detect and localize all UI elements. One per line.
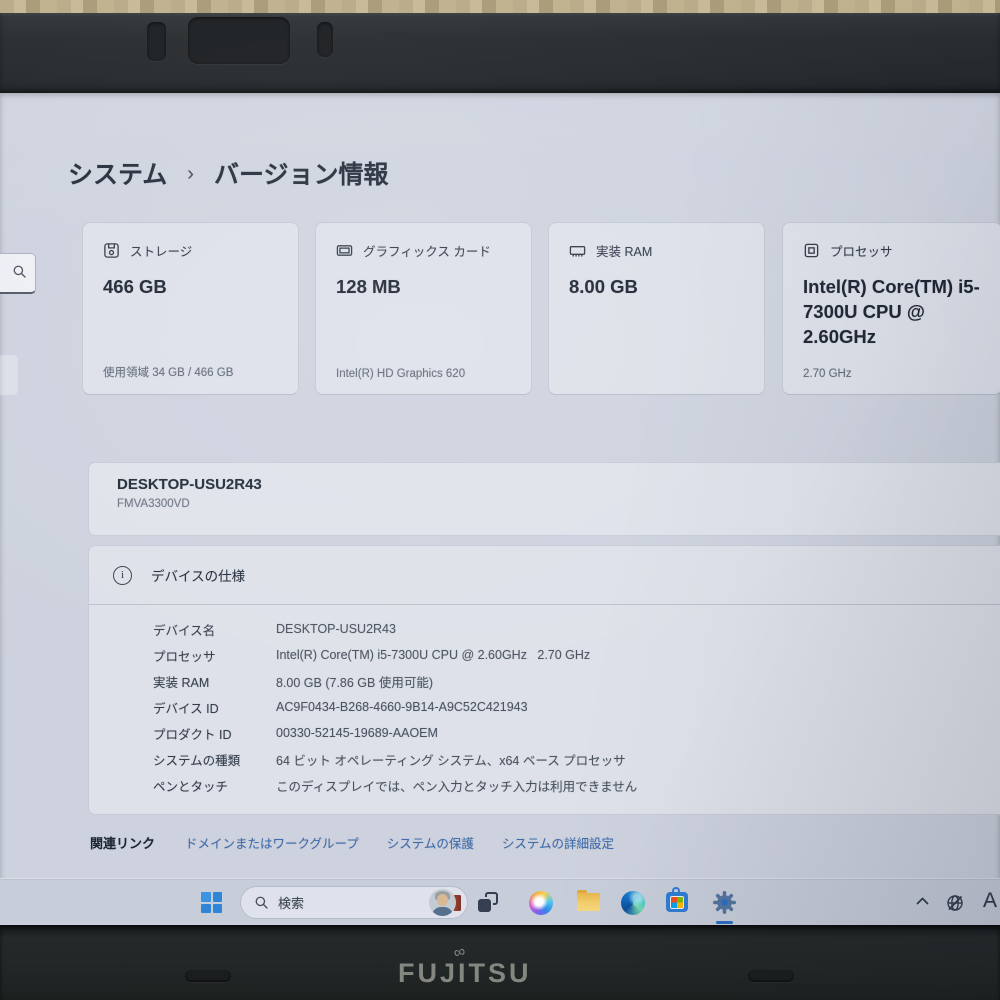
laptop-photo: システム › バージョン情報 ストレージ 466 GB 使用領域 34 GB /… bbox=[0, 0, 1000, 1000]
breadcrumb: システム › バージョン情報 bbox=[68, 155, 388, 191]
card-label: グラフィックス カード bbox=[363, 245, 491, 259]
ime-indicator[interactable]: A bbox=[983, 889, 997, 913]
related-links: 関連リンク ドメインまたはワークグループ システムの保護 システムの詳細設定 bbox=[90, 833, 642, 852]
webcam-module-cutout bbox=[188, 17, 290, 64]
card-label: 実装 RAM bbox=[596, 245, 653, 259]
search-icon bbox=[13, 265, 26, 278]
card-label: ストレージ bbox=[130, 245, 193, 259]
microphone-cutout bbox=[317, 22, 333, 57]
nav-item-partial bbox=[0, 355, 18, 395]
device-name-panel: DESKTOP-USU2R43 FMVA3300VD bbox=[88, 462, 1000, 536]
search-placeholder: 検索 bbox=[278, 896, 305, 911]
card-footer: Intel(R) HD Graphics 620 bbox=[336, 368, 466, 380]
start-button[interactable] bbox=[201, 892, 222, 913]
link-system-protection[interactable]: システムの保護 bbox=[387, 833, 474, 852]
divider bbox=[89, 604, 1000, 605]
spec-row-ram: 実装 RAM 8.00 GB (7.86 GB 使用可能) bbox=[153, 675, 433, 690]
ram-card: 実装 RAM 8.00 GB bbox=[548, 222, 765, 395]
device-model: FMVA3300VD bbox=[117, 498, 190, 510]
card-value: 8.00 GB bbox=[569, 276, 638, 297]
related-links-label: 関連リンク bbox=[90, 836, 156, 851]
active-app-indicator bbox=[716, 921, 733, 924]
gpu-icon bbox=[336, 245, 353, 256]
device-specs-expander[interactable]: i デバイスの仕様 bbox=[89, 546, 1000, 604]
link-advanced-system-settings[interactable]: システムの詳細設定 bbox=[502, 833, 614, 852]
spec-row-product-id: プロダクト ID 00330-52145-19689-AAOEM bbox=[153, 726, 438, 742]
storage-icon bbox=[104, 243, 119, 258]
settings-gear-icon[interactable] bbox=[712, 890, 737, 915]
spec-row-device-id: デバイス ID AC9F0434-B268-4660-9B14-A9C52C42… bbox=[153, 700, 528, 716]
tray-chevron-up-icon[interactable] bbox=[916, 896, 929, 906]
link-domain-workgroup[interactable]: ドメインまたはワークグループ bbox=[185, 833, 359, 852]
task-view-icon[interactable] bbox=[478, 892, 498, 912]
search-icon bbox=[255, 896, 268, 909]
microsoft-store-icon[interactable] bbox=[666, 887, 688, 912]
desk-background bbox=[0, 0, 1000, 13]
network-no-internet-icon[interactable] bbox=[945, 893, 965, 913]
taskbar: 検索 A bbox=[0, 878, 1000, 925]
file-explorer-icon[interactable] bbox=[577, 890, 600, 911]
card-value: Intel(R) Core(TM) i5-7300U CPU @ 2.60GHz bbox=[803, 276, 980, 347]
laptop-screen: システム › バージョン情報 ストレージ 466 GB 使用領域 34 GB /… bbox=[0, 93, 1000, 925]
device-name: DESKTOP-USU2R43 bbox=[117, 476, 262, 493]
card-value: 128 MB bbox=[336, 276, 401, 297]
card-label: プロセッサ bbox=[830, 245, 893, 259]
info-icon: i bbox=[113, 565, 132, 585]
page-title: バージョン情報 bbox=[213, 161, 389, 189]
graphics-card: グラフィックス カード 128 MB Intel(R) HD Graphics … bbox=[315, 222, 532, 395]
bezel-bumper bbox=[748, 970, 794, 982]
bezel-bumper bbox=[185, 970, 231, 982]
breadcrumb-system[interactable]: システム bbox=[68, 155, 167, 191]
laptop-bottom-bezel: ∞ FUJITSU bbox=[0, 925, 1000, 1000]
spec-row-pen-touch: ペンとタッチ このディスプレイでは、ペン入力とタッチ入力は利用できません bbox=[153, 779, 638, 794]
storage-card: ストレージ 466 GB 使用領域 34 GB / 466 GB bbox=[82, 222, 299, 395]
card-value: 466 GB bbox=[103, 276, 167, 297]
taskbar-search-box[interactable]: 検索 bbox=[240, 886, 468, 919]
processor-card: プロセッサ Intel(R) Core(TM) i5-7300U CPU @ 2… bbox=[782, 222, 1000, 395]
laptop-top-bezel bbox=[0, 13, 1000, 93]
card-footer: 2.70 GHz bbox=[803, 368, 852, 380]
spec-row-device-name: デバイス名 DESKTOP-USU2R43 bbox=[153, 622, 396, 638]
spec-row-processor: プロセッサ Intel(R) Core(TM) i5-7300U CPU @ 2… bbox=[153, 648, 591, 664]
webcam-sensor-cutout bbox=[147, 22, 166, 61]
copilot-icon[interactable] bbox=[529, 891, 553, 915]
edge-browser-icon[interactable] bbox=[621, 891, 645, 915]
device-specs-title: デバイスの仕様 bbox=[151, 569, 246, 584]
ram-icon bbox=[569, 246, 586, 257]
spec-row-system-type: システムの種類 64 ビット オペレーティング システム、x64 ベース プロセ… bbox=[153, 753, 626, 768]
device-specs-panel: i デバイスの仕様 デバイス名 DESKTOP-USU2R43 プロセッサ In… bbox=[88, 545, 1000, 815]
search-highlight-avatar[interactable] bbox=[429, 889, 456, 916]
settings-search-input[interactable] bbox=[0, 253, 36, 294]
card-footer: 使用領域 34 GB / 466 GB bbox=[103, 367, 234, 379]
fujitsu-logo: ∞ FUJITSU bbox=[398, 942, 532, 988]
cpu-icon bbox=[804, 243, 819, 258]
breadcrumb-chevron-icon: › bbox=[187, 162, 194, 185]
